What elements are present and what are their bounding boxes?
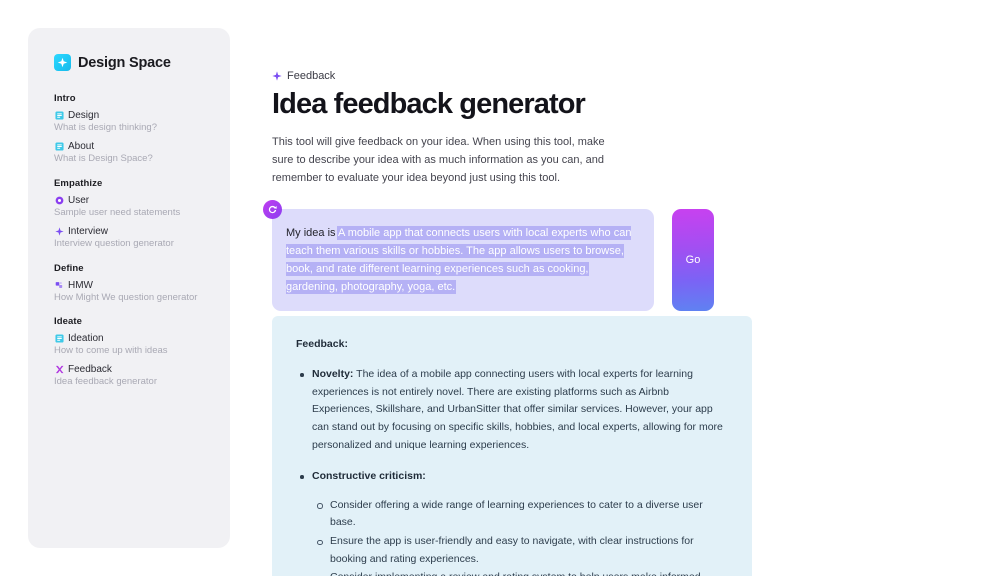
sidebar: Design Space Intro Design What is design…: [28, 28, 230, 548]
feedback-item-label: Novelty:: [312, 368, 354, 380]
sidebar-item-sub: Sample user need statements: [54, 206, 181, 218]
sidebar-item-label: Ideation: [68, 333, 104, 345]
sidebar-item-sub: What is design thinking?: [54, 122, 157, 133]
main-inner: Feedback Idea feedback generator This to…: [263, 70, 752, 358]
nav-section-intro: Intro Design What is design thinking? Ab…: [54, 93, 230, 165]
sidebar-wrapper: Design Space Intro Design What is design…: [0, 0, 262, 576]
sidebar-item-sub: Interview question generator: [54, 237, 174, 249]
page-title: Idea feedback generator: [272, 88, 586, 120]
sidebar-item-hmw[interactable]: HMW How Might We question generator: [54, 280, 230, 304]
pixel-blocks-icon: [54, 280, 64, 290]
idea-input-row: My idea is A mobile app that connects us…: [263, 200, 714, 311]
sidebar-item-design[interactable]: Design What is design thinking?: [54, 110, 230, 134]
sidebar-item-interview[interactable]: Interview Interview question generator: [54, 226, 230, 250]
sidebar-item-sub: Idea feedback generator: [54, 376, 157, 388]
nav-section-define: Define HMW How Might We question generat…: [54, 263, 230, 304]
nav-section-ideate: Ideate Ideation How to come up with idea…: [54, 316, 230, 388]
sidebar-item-label: User: [68, 194, 90, 206]
sidebar-item-about[interactable]: About What is Design Space?: [54, 141, 230, 165]
list-item: Novelty: The idea of a mobile app connec…: [296, 366, 728, 454]
sidebar-item-ideation[interactable]: Ideation How to come up with ideas: [54, 333, 230, 357]
idea-input-value: A mobile app that connects users with lo…: [286, 227, 632, 293]
nav-heading: Ideate: [54, 316, 83, 328]
page-description: This tool will give feedback on your ide…: [272, 135, 605, 184]
feedback-sublist: Consider offering a wide range of learni…: [312, 497, 728, 576]
breadcrumb[interactable]: Feedback: [272, 70, 752, 82]
main-content: Feedback Idea feedback generator This to…: [262, 0, 997, 576]
sidebar-item-sub: What is Design Space?: [54, 152, 153, 164]
nav-section-empathize: Empathize User Sample user need statemen…: [54, 178, 230, 250]
document-lines-icon: [54, 111, 64, 121]
list-item: Consider offering a wide range of learni…: [312, 497, 728, 532]
document-lines-icon: [54, 334, 64, 344]
hexagon-ring-icon: [54, 195, 64, 205]
sidebar-item-label: Feedback: [68, 364, 112, 376]
sidebar-item-user[interactable]: User Sample user need statements: [54, 195, 230, 219]
four-point-star-icon: [272, 71, 282, 81]
four-point-star-icon: [54, 226, 64, 236]
sidebar-item-sub: How to come up with ideas: [54, 345, 168, 357]
list-item: Consider implementing a review and ratin…: [312, 569, 728, 576]
feedback-title: Feedback:: [296, 338, 348, 350]
brand-title: Design Space: [78, 54, 171, 71]
brand[interactable]: Design Space: [54, 54, 230, 71]
nav-heading: Intro: [54, 93, 76, 104]
four-point-star-square-icon: [54, 54, 71, 71]
sidebar-item-feedback[interactable]: Feedback Idea feedback generator: [54, 364, 230, 388]
list-item: Ensure the app is user-friendly and easy…: [312, 533, 728, 568]
sidebar-item-label: Design: [68, 110, 100, 121]
document-lines-icon: [54, 141, 64, 151]
nav-heading: Empathize: [54, 177, 103, 189]
sidebar-item-sub: How Might We question generator: [54, 291, 198, 303]
x-cross-icon: [54, 365, 64, 375]
feedback-item-text: The idea of a mobile app connecting user…: [312, 368, 723, 451]
app-root: Design Space Intro Design What is design…: [0, 0, 997, 576]
nav-heading: Define: [54, 262, 84, 274]
output-panel: Feedback: Novelty: The idea of a mobile …: [272, 316, 752, 576]
feedback-item-label: Constructive criticism:: [312, 470, 426, 483]
feedback-list: Novelty: The idea of a mobile app connec…: [296, 366, 728, 576]
sidebar-item-label: HMW: [68, 279, 93, 291]
sidebar-item-label: About: [68, 140, 95, 152]
go-button[interactable]: Go: [672, 209, 714, 311]
idea-input[interactable]: My idea is A mobile app that connects us…: [272, 209, 654, 311]
list-item: Constructive criticism: Consider offerin…: [296, 468, 728, 576]
breadcrumb-label: Feedback: [287, 70, 336, 82]
idea-input-prefix: My idea is: [286, 227, 338, 240]
sidebar-item-label: Interview: [68, 225, 109, 237]
